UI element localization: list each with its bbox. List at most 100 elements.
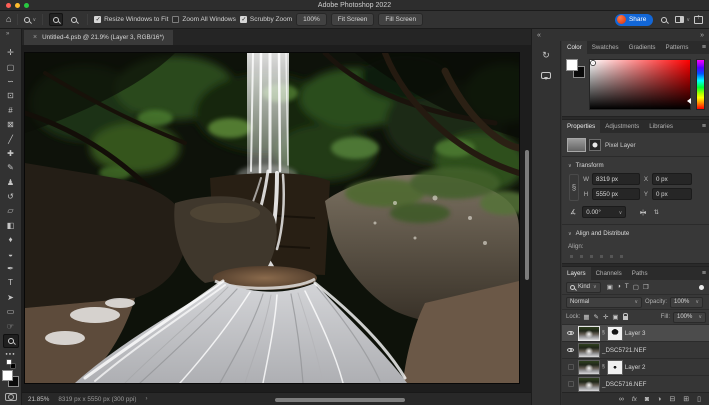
layer-thumbnail[interactable] [579,361,599,374]
path-selection-tool[interactable]: ➤ [3,291,19,305]
history-brush-tool[interactable]: ↺ [3,190,19,204]
default-colors-icon[interactable] [7,360,15,368]
height-field[interactable]: 5550 px [592,188,640,200]
mask-link-icon[interactable]: § [602,364,605,370]
opacity-select[interactable]: 100% [670,297,703,308]
share-button[interactable]: Share [615,14,653,26]
fit-screen-button[interactable]: Fit Screen [331,13,375,26]
mask-link-icon[interactable]: § [602,330,605,336]
eyedropper-tool[interactable]: ╱ [3,132,19,146]
pixel-layers-filter-icon[interactable]: ▣ [607,283,613,291]
quick-mask-icon[interactable] [5,393,17,401]
visibility-eye-icon[interactable] [565,348,576,353]
zoom-tool-preset-button[interactable] [24,16,36,23]
tab-patterns[interactable]: Patterns [660,41,693,54]
align-section-header[interactable]: Align and Distribute [568,228,704,239]
mask-properties-icon[interactable] [589,139,601,151]
layer-thumbnail[interactable] [579,327,599,340]
fill-screen-button[interactable]: Fill Screen [378,13,423,26]
pen-tool[interactable]: ✒ [3,262,19,276]
zoom-all-windows-checkbox[interactable]: Zoom All Windows [172,16,235,23]
add-layer-mask-icon[interactable]: ◙ [645,396,649,403]
lock-position-icon[interactable]: ✛ [603,313,608,321]
home-icon[interactable]: ⌂ [6,15,11,24]
link-layers-icon[interactable]: ∞ [619,396,624,403]
vertical-scrollbar[interactable] [525,150,529,280]
filter-toggle-icon[interactable] [699,285,704,290]
delete-layer-icon[interactable]: ▯ [697,395,701,403]
workspace-switcher[interactable] [675,16,690,23]
object-selection-tool[interactable]: ⊡ [3,89,19,103]
foreground-color-swatch[interactable] [3,371,12,380]
status-chevron-icon[interactable]: › [145,396,147,402]
lasso-tool[interactable]: ∽ [3,75,19,89]
brush-tool[interactable]: ✎ [3,161,19,175]
expand-panels-icon[interactable]: » [700,32,704,39]
tab-swatches[interactable]: Swatches [587,41,624,54]
clone-stamp-tool[interactable]: ♟ [3,176,19,190]
rectangle-tool[interactable]: ▭ [3,305,19,319]
edit-toolbar-icon[interactable]: ●●● [5,351,15,356]
zoom-level[interactable]: 21.85% [28,396,49,403]
minimize-window-button[interactable] [15,3,20,8]
dodge-tool[interactable]: ◒ [3,247,19,261]
healing-brush-tool[interactable]: ✚ [3,147,19,161]
link-dimensions-icon[interactable]: § [569,174,579,201]
layer-row[interactable]: _DSC5721.NEF [562,342,709,359]
zoom-out-button[interactable] [67,13,81,26]
frame-tool[interactable]: ⊠ [3,118,19,132]
layer-row[interactable]: §Layer 2 [562,359,709,376]
flip-vertical-icon[interactable]: ⇅ [654,209,658,216]
fill-select[interactable]: 100% [673,312,706,323]
color-picker-dot[interactable] [591,61,595,65]
x-position-field[interactable]: 0 px [652,173,692,185]
gradient-tool[interactable]: ◧ [3,219,19,233]
new-adjustment-layer-icon[interactable]: ◑ [657,396,661,403]
shape-layers-filter-icon[interactable]: ▢ [633,283,639,291]
visibility-eye-icon[interactable] [565,331,576,336]
panel-menu-icon[interactable]: ≡ [698,41,709,54]
resize-windows-checkbox[interactable]: Resize Windows to Fit [94,16,168,23]
tab-channels[interactable]: Channels [591,267,627,280]
tab-adjustments[interactable]: Adjustments [600,120,644,133]
export-icon[interactable] [694,16,703,24]
lock-transparency-icon[interactable]: ▦ [583,313,589,321]
hand-tool[interactable]: ☞ [3,319,19,333]
foreground-color-swatch[interactable] [567,60,577,70]
zoom-100-button[interactable]: 100% [296,13,327,26]
layer-thumbnail[interactable] [579,378,599,391]
close-window-button[interactable] [6,3,11,8]
scrubby-zoom-checkbox[interactable]: Scrubby Zoom [240,16,292,23]
new-group-icon[interactable]: ⊟ [669,395,675,403]
blur-tool[interactable]: ♦ [3,233,19,247]
transform-section-header[interactable]: Transform [568,160,704,171]
blend-mode-select[interactable]: Normal [566,297,642,308]
lock-artboard-icon[interactable]: ▣ [612,313,618,321]
comments-icon[interactable] [541,72,551,79]
toolbar-expand-icon[interactable]: » [6,31,9,37]
tab-libraries[interactable]: Libraries [644,120,678,133]
collapse-panels-icon[interactable]: « [537,32,541,39]
layer-filter-select[interactable]: Kind [566,282,601,293]
document-image[interactable] [25,53,519,383]
y-position-field[interactable]: 0 px [652,188,692,200]
panel-menu-icon[interactable]: ≡ [698,267,709,280]
adjustment-layers-filter-icon[interactable]: ◑ [617,283,621,291]
layer-thumbnail[interactable] [579,344,599,357]
lock-all-icon[interactable] [623,316,628,320]
smart-objects-filter-icon[interactable]: ❐ [643,283,649,291]
tab-paths[interactable]: Paths [627,267,653,280]
lock-pixels-icon[interactable]: ✎ [594,313,599,321]
align-icons[interactable] [570,255,704,258]
search-button[interactable] [657,13,671,26]
layer-mask-thumbnail[interactable] [608,327,622,340]
horizontal-scrollbar[interactable] [275,398,405,402]
zoom-tool[interactable] [3,334,19,348]
panel-menu-icon[interactable]: ≡ [698,120,709,133]
marquee-tool[interactable]: ▢ [3,60,19,74]
history-icon[interactable]: ↻ [542,50,550,61]
tab-color[interactable]: Color [562,41,587,54]
tab-gradients[interactable]: Gradients [624,41,661,54]
rotation-angle-field[interactable]: 0.00° [582,206,626,218]
pixel-layer-thumb-icon[interactable] [568,139,585,151]
